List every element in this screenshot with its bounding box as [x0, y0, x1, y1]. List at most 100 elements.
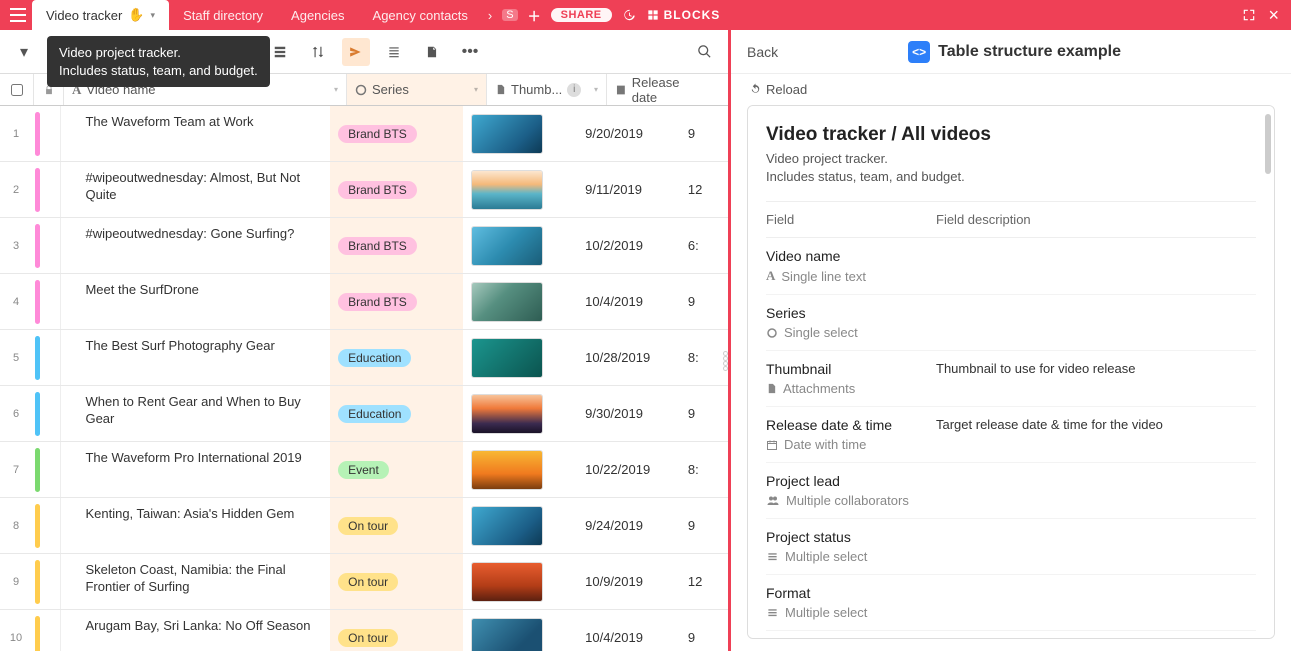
cell-thumbnail[interactable] — [463, 106, 577, 161]
field-description: Target release date & time for the video — [936, 417, 1256, 452]
field-type: ASingle line text — [766, 268, 936, 284]
column-header-thumbnail[interactable]: Thumb... i ▾ — [487, 74, 607, 105]
cell-release-date[interactable]: 10/9/2019 — [577, 554, 680, 609]
field-name: Thumbnail — [766, 361, 936, 377]
cell-video-name[interactable]: The Waveform Team at Work — [61, 106, 330, 161]
sort-icon[interactable] — [304, 38, 332, 66]
cell-series[interactable]: Brand BTS — [330, 162, 463, 217]
cell-series[interactable]: Brand BTS — [330, 106, 463, 161]
table-row[interactable]: 1 The Waveform Team at Work Brand BTS 9/… — [0, 106, 728, 162]
back-button[interactable]: Back — [747, 44, 778, 60]
table-row[interactable]: 9 Skeleton Coast, Namibia: the Final Fro… — [0, 554, 728, 610]
cell-release-date[interactable]: 10/4/2019 — [577, 610, 680, 651]
search-icon[interactable] — [690, 38, 718, 66]
field-name: Video name — [766, 248, 936, 264]
cell-series[interactable]: On tour — [330, 498, 463, 553]
data-grid[interactable]: A Video name▾ Series▾ Thumb... i ▾ Relea… — [0, 74, 728, 651]
field-type: Multiple select — [766, 549, 936, 564]
panel-title: <> Table structure example — [908, 41, 1121, 63]
reload-button[interactable]: Reload — [731, 74, 1291, 105]
grid-pane: ▾ ••• A Video name▾ Series▾ — [0, 30, 731, 651]
cell-release-date[interactable]: 9/20/2019 — [577, 106, 680, 161]
table-row[interactable]: 4 Meet the SurfDrone Brand BTS 10/4/2019… — [0, 274, 728, 330]
tab-agencies[interactable]: Agencies — [277, 0, 358, 30]
close-icon[interactable]: × — [1268, 6, 1279, 24]
cell-release-date[interactable]: 10/28/2019 — [577, 330, 680, 385]
cell-series[interactable]: On tour — [330, 610, 463, 651]
select-all-checkbox[interactable] — [0, 74, 34, 105]
cell-series[interactable]: Brand BTS — [330, 274, 463, 329]
field-description — [936, 248, 1256, 284]
card-title: Video tracker / All videos — [766, 124, 1256, 146]
share-button[interactable]: SHARE — [551, 8, 612, 22]
cell-thumbnail[interactable] — [463, 218, 577, 273]
cell-thumbnail[interactable] — [463, 386, 577, 441]
field-description — [936, 585, 1256, 620]
code-icon: <> — [908, 41, 930, 63]
cell-video-name[interactable]: #wipeoutwednesday: Gone Surfing? — [61, 218, 330, 273]
cell-video-name[interactable]: Meet the SurfDrone — [61, 274, 330, 329]
tab-staff-directory[interactable]: Staff directory — [169, 0, 277, 30]
table-row[interactable]: 2 #wipeoutwednesday: Almost, But Not Qui… — [0, 162, 728, 218]
share-view-icon[interactable] — [418, 38, 446, 66]
cell-video-name[interactable]: The Waveform Pro International 2019 — [61, 442, 330, 497]
field-name: Series — [766, 305, 936, 321]
field-description — [936, 473, 1256, 508]
more-icon[interactable]: ••• — [456, 38, 484, 66]
cell-extra: 8: — [680, 442, 728, 497]
cell-release-date[interactable]: 9/24/2019 — [577, 498, 680, 553]
cell-release-date[interactable]: 9/30/2019 — [577, 386, 680, 441]
cell-series[interactable]: Brand BTS — [330, 218, 463, 273]
pane-drag-handle[interactable] — [724, 341, 734, 381]
row-color-bar — [33, 610, 61, 651]
hide-fields-icon[interactable] — [266, 38, 294, 66]
field-name: Release date & time — [766, 417, 936, 433]
row-height-icon[interactable] — [380, 38, 408, 66]
tab-agency-contacts[interactable]: Agency contacts — [359, 0, 482, 30]
field-row: Project status Multiple select — [766, 519, 1256, 575]
menu-icon[interactable] — [4, 8, 32, 22]
add-tab-icon[interactable]: ＋ — [528, 6, 541, 25]
cell-thumbnail[interactable] — [463, 610, 577, 651]
column-header-release[interactable]: Release date — [607, 74, 715, 105]
cell-release-date[interactable]: 9/11/2019 — [577, 162, 680, 217]
cell-video-name[interactable]: Skeleton Coast, Namibia: the Final Front… — [61, 554, 330, 609]
cell-series[interactable]: Education — [330, 386, 463, 441]
table-row[interactable]: 8 Kenting, Taiwan: Asia's Hidden Gem On … — [0, 498, 728, 554]
blocks-button[interactable]: BLOCKS — [646, 8, 721, 22]
cell-thumbnail[interactable] — [463, 554, 577, 609]
cell-video-name[interactable]: #wipeoutwednesday: Almost, But Not Quite — [61, 162, 330, 217]
table-row[interactable]: 10 Arugam Bay, Sri Lanka: No Off Season … — [0, 610, 728, 651]
field-type: Multiple select — [766, 605, 936, 620]
cell-thumbnail[interactable] — [463, 498, 577, 553]
cell-video-name[interactable]: Arugam Bay, Sri Lanka: No Off Season — [61, 610, 330, 651]
table-row[interactable]: 5 The Best Surf Photography Gear Educati… — [0, 330, 728, 386]
scrollbar[interactable] — [1265, 114, 1271, 174]
row-color-bar — [33, 442, 61, 497]
cell-thumbnail[interactable] — [463, 330, 577, 385]
row-number: 4 — [0, 274, 33, 329]
cell-series[interactable]: Education — [330, 330, 463, 385]
cell-video-name[interactable]: Kenting, Taiwan: Asia's Hidden Gem — [61, 498, 330, 553]
cell-release-date[interactable]: 10/4/2019 — [577, 274, 680, 329]
field-row: Format Multiple select — [766, 575, 1256, 631]
cell-video-name[interactable]: When to Rent Gear and When to Buy Gear — [61, 386, 330, 441]
cell-video-name[interactable]: The Best Surf Photography Gear — [61, 330, 330, 385]
table-row[interactable]: 6 When to Rent Gear and When to Buy Gear… — [0, 386, 728, 442]
table-row[interactable]: 3 #wipeoutwednesday: Gone Surfing? Brand… — [0, 218, 728, 274]
color-icon[interactable] — [342, 38, 370, 66]
view-switcher-chevron-icon[interactable]: ▾ — [10, 38, 38, 66]
table-row[interactable]: 7 The Waveform Pro International 2019 Ev… — [0, 442, 728, 498]
more-tabs-icon[interactable]: › — [488, 8, 492, 23]
cell-series[interactable]: On tour — [330, 554, 463, 609]
expand-icon[interactable] — [1242, 8, 1256, 22]
cell-thumbnail[interactable] — [463, 274, 577, 329]
cell-thumbnail[interactable] — [463, 442, 577, 497]
tab-video-tracker[interactable]: Video tracker✋▾ — [32, 0, 169, 30]
cell-series[interactable]: Event — [330, 442, 463, 497]
history-icon[interactable] — [622, 8, 636, 22]
cell-release-date[interactable]: 10/22/2019 — [577, 442, 680, 497]
cell-thumbnail[interactable] — [463, 162, 577, 217]
cell-release-date[interactable]: 10/2/2019 — [577, 218, 680, 273]
column-header-series[interactable]: Series▾ — [347, 74, 487, 105]
